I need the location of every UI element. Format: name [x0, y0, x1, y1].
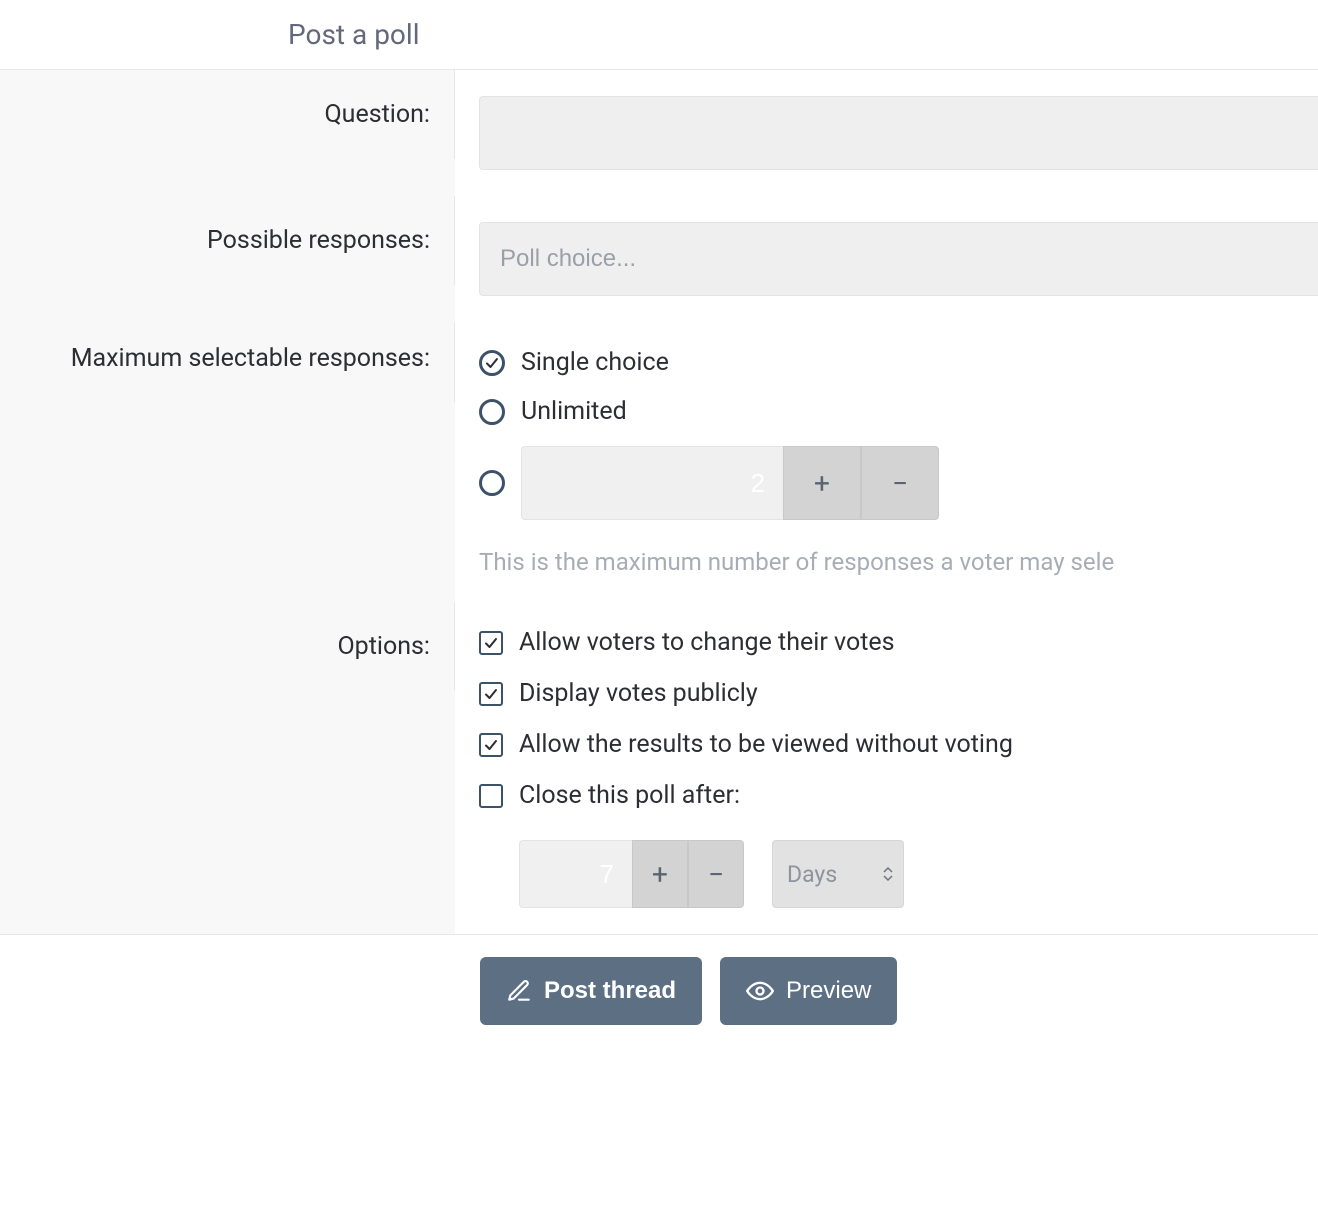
stepper-increment-button[interactable]: + [783, 446, 861, 520]
radio-single-label: Single choice [521, 348, 669, 377]
row-options: Options: Allow voters to change their vo… [0, 602, 1318, 934]
checkbox-unchecked-icon [479, 784, 503, 808]
eye-icon [746, 977, 774, 1005]
max-select-col: Single choice Unlimited + [455, 322, 1318, 602]
footer-actions: Post thread Preview [0, 934, 1318, 1047]
row-responses: Possible responses: [0, 196, 1318, 322]
checkbox-close-after[interactable]: Close this poll after: [479, 781, 1318, 810]
row-max-select: Maximum selectable responses: Single cho… [0, 322, 1318, 602]
close-after-controls: + − Days [519, 840, 1318, 908]
plus-icon: + [652, 858, 668, 891]
options-label: Options: [0, 602, 455, 691]
max-responses-value[interactable] [521, 446, 783, 520]
question-input[interactable] [479, 96, 1318, 170]
page-title: Post a poll [0, 0, 1318, 69]
question-label: Question: [0, 70, 455, 159]
options-col: Allow voters to change their votes Displ… [455, 602, 1318, 934]
close-after-stepper: + − [519, 840, 744, 908]
checkbox-view-without-vote[interactable]: Allow the results to be viewed without v… [479, 730, 1318, 759]
checkbox-change-vote-label: Allow voters to change their votes [519, 628, 895, 657]
post-thread-button[interactable]: Post thread [480, 957, 702, 1025]
checkbox-display-public-label: Display votes publicly [519, 679, 758, 708]
radio-unchecked-icon [479, 399, 505, 425]
select-arrows-icon [883, 867, 893, 881]
radio-single-choice[interactable]: Single choice [479, 348, 1318, 377]
checkbox-display-public[interactable]: Display votes publicly [479, 679, 1318, 708]
poll-form: Question: Possible responses: Maximum se… [0, 70, 1318, 934]
checkbox-checked-icon [479, 631, 503, 655]
close-after-unit-select[interactable]: Days [772, 840, 904, 908]
responses-label: Possible responses: [0, 196, 455, 285]
radio-unchecked-icon [479, 470, 505, 496]
minus-icon: − [708, 858, 724, 891]
checkbox-checked-icon [479, 733, 503, 757]
checkbox-checked-icon [479, 682, 503, 706]
radio-number[interactable] [479, 470, 505, 496]
post-thread-label: Post thread [544, 977, 676, 1005]
close-after-unit-label: Days [787, 861, 837, 888]
checkbox-close-after-label: Close this poll after: [519, 781, 740, 810]
minus-icon: − [892, 467, 908, 500]
stepper-increment-button[interactable]: + [632, 840, 688, 908]
close-after-value[interactable] [519, 840, 632, 908]
max-select-label: Maximum selectable responses: [0, 322, 455, 403]
edit-icon [506, 978, 532, 1004]
radio-unlimited-label: Unlimited [521, 397, 627, 426]
question-input-col [455, 70, 1318, 196]
checkbox-view-without-vote-label: Allow the results to be viewed without v… [519, 730, 1013, 759]
preview-label: Preview [786, 977, 871, 1005]
plus-icon: + [814, 467, 830, 500]
radio-checked-icon [479, 350, 505, 376]
stepper-decrement-button[interactable]: − [861, 446, 939, 520]
checkbox-change-vote[interactable]: Allow voters to change their votes [479, 628, 1318, 657]
max-select-helper: This is the maximum number of responses … [479, 548, 1318, 576]
radio-unlimited[interactable]: Unlimited [479, 397, 1318, 426]
responses-input-col [455, 196, 1318, 322]
row-question: Question: [0, 70, 1318, 196]
stepper-decrement-button[interactable]: − [688, 840, 744, 908]
preview-button[interactable]: Preview [720, 957, 897, 1025]
max-responses-stepper: + − [521, 446, 939, 520]
poll-choice-input[interactable] [479, 222, 1318, 296]
